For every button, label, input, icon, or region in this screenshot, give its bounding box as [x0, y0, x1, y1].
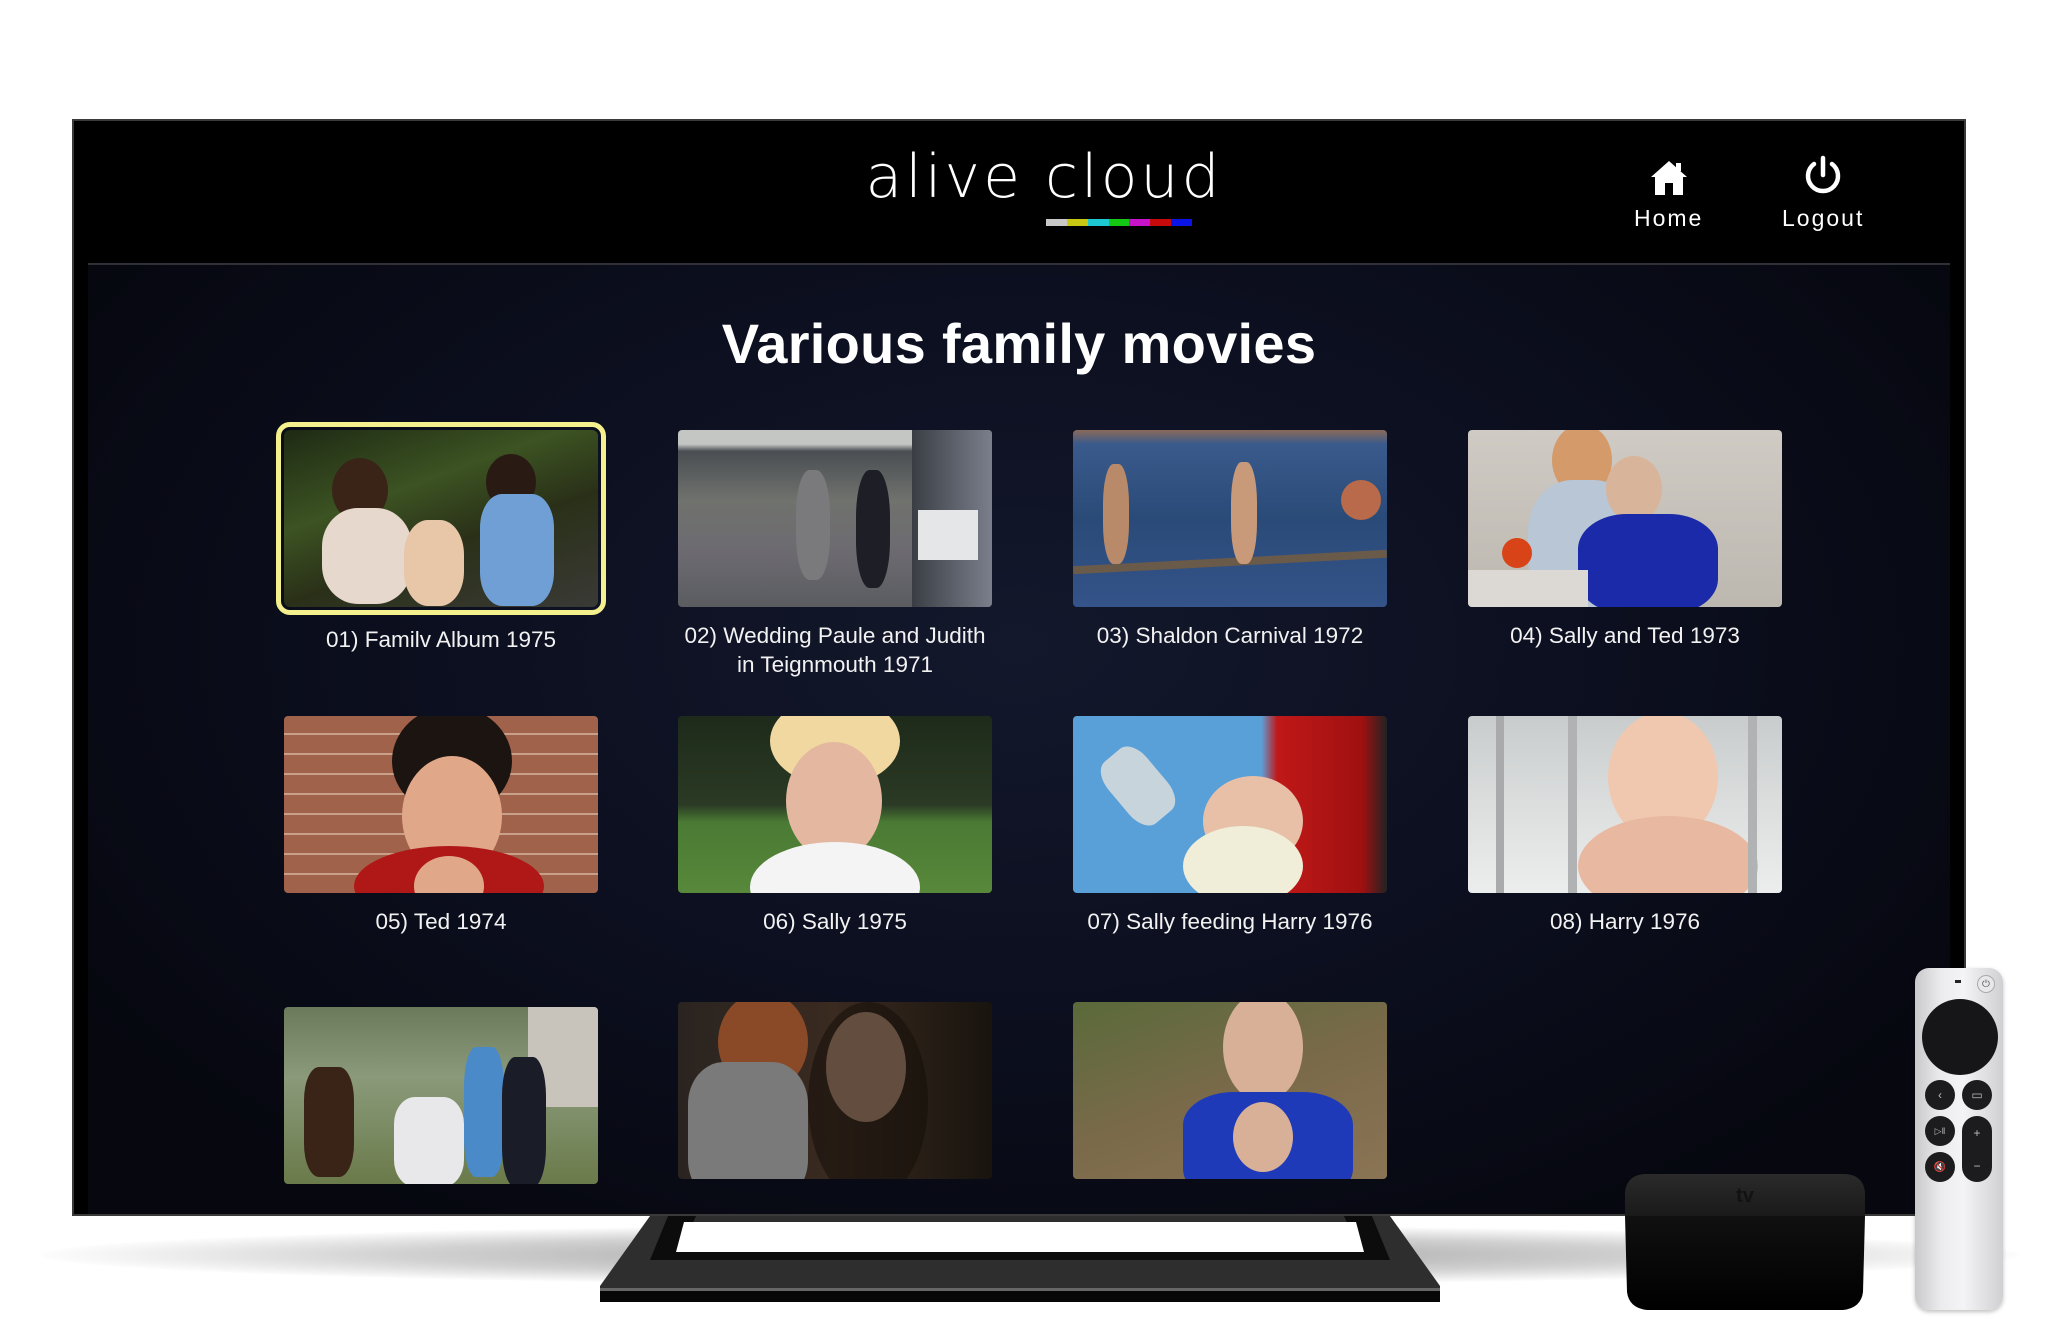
movie-title: 01) Familv Album 1975	[325, 627, 557, 652]
movie-thumbnail	[678, 430, 992, 607]
tv-stand	[600, 1216, 1440, 1302]
movie-title: 07) Sally feeding Harry 1976	[1087, 909, 1373, 934]
movie-tile-4[interactable]: 04) Sally and Ted 1973	[1468, 430, 1782, 650]
remote-back-button[interactable]: ‹	[1925, 1080, 1955, 1110]
movie-tile-8[interactable]: 08) Harry 1976	[1468, 716, 1782, 936]
logo-bar-segment	[1087, 219, 1109, 226]
app-logo[interactable]: alive cloud	[864, 147, 1224, 226]
remote-mute-button[interactable]: 🔇	[1925, 1152, 1955, 1182]
logout-button[interactable]: Logout	[1782, 155, 1864, 232]
remote-control: ⏻ ‹ ▭ ▷‖ + − 🔇	[1915, 968, 2003, 1310]
movie-tile-11[interactable]	[1073, 1002, 1387, 1193]
movie-thumbnail	[1468, 430, 1782, 607]
movie-tile-2[interactable]: 02) Wedding Paule and Judith in Teignmou…	[678, 430, 992, 679]
app-header: alive cloud Home Logout	[74, 121, 1964, 263]
movie-tile-10[interactable]	[678, 1002, 992, 1193]
movie-title: 03) Shaldon Carnival 1972	[1096, 623, 1364, 648]
logo-text: alive cloud	[865, 142, 1223, 212]
movie-thumbnail	[1073, 716, 1387, 893]
logo-bar-segment	[1046, 219, 1067, 226]
movie-tile-7[interactable]: 07) Sally feeding Harry 1976	[1073, 716, 1387, 936]
tv-screen: alive cloud Home Logout Various family m…	[72, 119, 1966, 1216]
logo-bar-segment	[1150, 219, 1172, 226]
streaming-device-box: tv	[1625, 1174, 1865, 1310]
volume-down-icon: −	[1973, 1158, 1981, 1173]
logout-label: Logout	[1782, 205, 1865, 231]
movie-thumbnail	[678, 716, 992, 893]
movie-tile-6[interactable]: 06) Sally 1975	[678, 716, 992, 936]
movie-title: 04) Sally and Ted 1973	[1510, 623, 1740, 648]
power-icon	[1805, 155, 1841, 194]
movie-title: 02) Wedding Paule and Judith in Teignmou…	[684, 623, 986, 677]
volume-up-icon: +	[1973, 1125, 1981, 1140]
remote-tv-button[interactable]: ▭	[1962, 1080, 1992, 1110]
remote-volume-rocker[interactable]: + −	[1962, 1116, 1992, 1182]
movie-thumbnail	[678, 1002, 992, 1179]
movie-thumbnail	[1073, 430, 1387, 607]
logo-bar-segment	[1171, 219, 1193, 226]
home-label: Home	[1634, 205, 1704, 231]
movie-tile-3[interactable]: 03) Shaldon Carnival 1972	[1073, 430, 1387, 650]
remote-touchpad[interactable]	[1922, 999, 1998, 1075]
device-logo: tv	[1736, 1185, 1755, 1207]
movie-title: 06) Sally 1975	[763, 909, 907, 934]
remote-power-button[interactable]: ⏻	[1977, 975, 1995, 993]
movie-tile-1[interactable]: 01) Familv Album 1975	[276, 422, 606, 654]
page-title: Various family movies	[721, 312, 1317, 375]
logo-bar-segment	[1129, 219, 1151, 226]
movie-tile-9[interactable]	[284, 1007, 598, 1198]
movie-thumbnail	[1468, 716, 1782, 893]
movie-thumbnail	[284, 1007, 598, 1184]
movie-thumbnail	[1073, 1002, 1387, 1179]
movie-title: 05) Ted 1974	[375, 909, 507, 934]
logo-bar-segment	[1066, 219, 1088, 226]
content-area: Various family movies 01) Familv Album 1…	[88, 265, 1950, 1214]
movie-thumbnail	[284, 716, 598, 893]
home-button[interactable]: Home	[1634, 159, 1703, 232]
movie-tile-5[interactable]: 05) Ted 1974	[284, 716, 598, 936]
logo-bar-segment	[1108, 219, 1130, 226]
movie-thumbnail	[276, 422, 606, 615]
remote-play-pause-button[interactable]: ▷‖	[1925, 1116, 1955, 1146]
home-icon	[1650, 161, 1687, 195]
logo-color-bar	[1046, 219, 1193, 226]
movie-title: 08) Harry 1976	[1549, 909, 1701, 934]
